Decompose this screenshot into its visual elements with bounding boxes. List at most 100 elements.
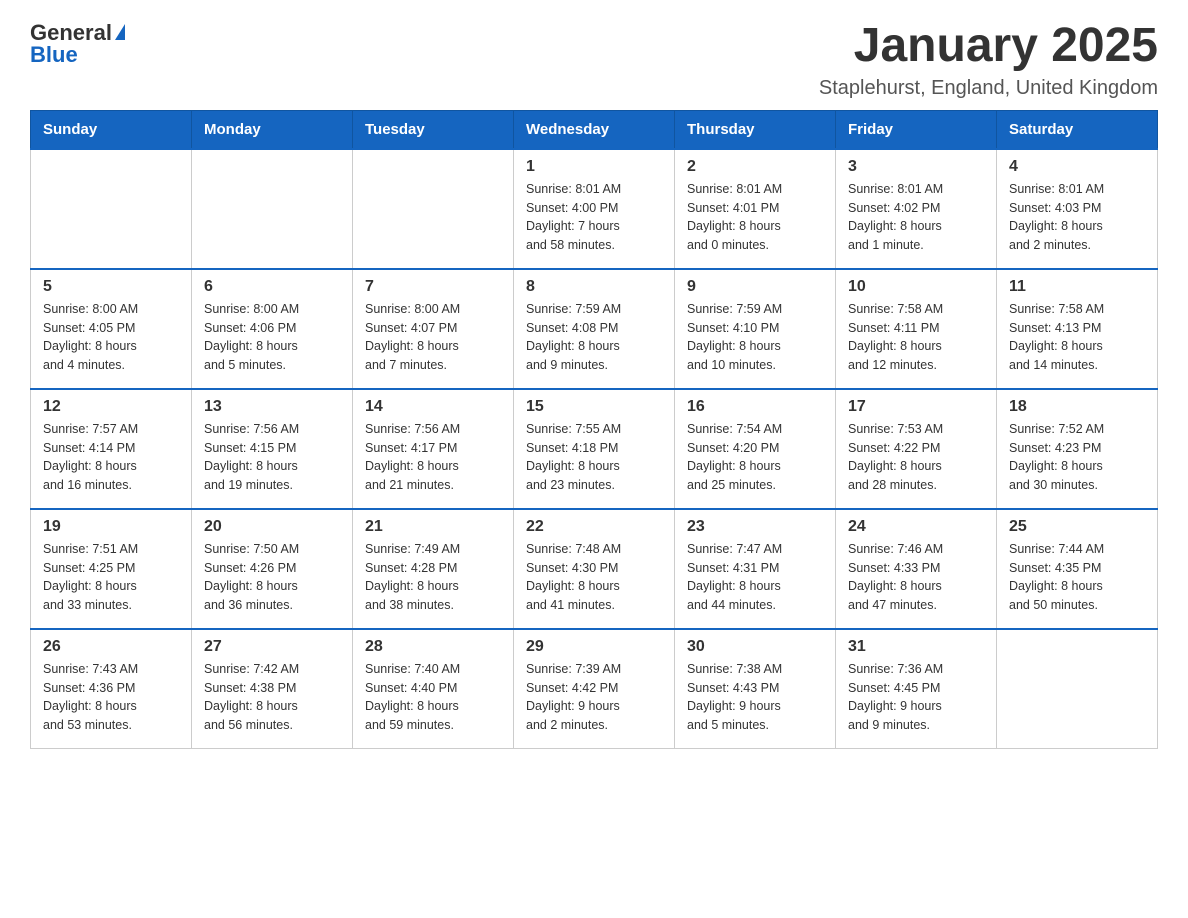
- column-header-wednesday: Wednesday: [514, 110, 675, 149]
- day-info: Sunrise: 7:40 AM Sunset: 4:40 PM Dayligh…: [365, 660, 501, 735]
- calendar-cell: 28 Sunrise: 7:40 AM Sunset: 4:40 PM Dayli…: [353, 629, 514, 749]
- day-info: Sunrise: 7:39 AM Sunset: 4:42 PM Dayligh…: [526, 660, 662, 735]
- calendar-cell: 1 Sunrise: 8:01 AM Sunset: 4:00 PM Daylig…: [514, 149, 675, 269]
- day-number: 22: [526, 518, 662, 536]
- calendar-week-row: 12 Sunrise: 7:57 AM Sunset: 4:14 PM Dayli…: [31, 389, 1158, 509]
- column-header-sunday: Sunday: [31, 110, 192, 149]
- day-number: 31: [848, 638, 984, 656]
- calendar-cell: [353, 149, 514, 269]
- logo: General Blue: [30, 20, 125, 68]
- day-number: 15: [526, 398, 662, 416]
- day-info: Sunrise: 7:47 AM Sunset: 4:31 PM Dayligh…: [687, 540, 823, 615]
- day-info: Sunrise: 7:57 AM Sunset: 4:14 PM Dayligh…: [43, 420, 179, 495]
- day-number: 23: [687, 518, 823, 536]
- day-number: 2: [687, 158, 823, 176]
- day-info: Sunrise: 7:49 AM Sunset: 4:28 PM Dayligh…: [365, 540, 501, 615]
- day-info: Sunrise: 7:50 AM Sunset: 4:26 PM Dayligh…: [204, 540, 340, 615]
- calendar-cell: [31, 149, 192, 269]
- day-info: Sunrise: 8:00 AM Sunset: 4:07 PM Dayligh…: [365, 300, 501, 375]
- calendar-cell: 29 Sunrise: 7:39 AM Sunset: 4:42 PM Dayli…: [514, 629, 675, 749]
- calendar-cell: [997, 629, 1158, 749]
- calendar-cell: 19Sunrise: 7:51 AM Sunset: 4:25 PM Dayli…: [31, 509, 192, 629]
- day-info: Sunrise: 7:58 AM Sunset: 4:11 PM Dayligh…: [848, 300, 984, 375]
- day-info: Sunrise: 7:36 AM Sunset: 4:45 PM Dayligh…: [848, 660, 984, 735]
- day-info: Sunrise: 7:53 AM Sunset: 4:22 PM Dayligh…: [848, 420, 984, 495]
- day-info: Sunrise: 7:59 AM Sunset: 4:08 PM Dayligh…: [526, 300, 662, 375]
- calendar-cell: 8 Sunrise: 7:59 AM Sunset: 4:08 PM Daylig…: [514, 269, 675, 389]
- day-number: 9: [687, 278, 823, 296]
- month-title: January 2025: [819, 20, 1158, 73]
- calendar-cell: 14 Sunrise: 7:56 AM Sunset: 4:17 PM Dayli…: [353, 389, 514, 509]
- calendar-cell: 15 Sunrise: 7:55 AM Sunset: 4:18 PM Dayli…: [514, 389, 675, 509]
- day-number: 1: [526, 158, 662, 176]
- logo-blue-text: Blue: [30, 42, 78, 68]
- day-number: 24: [848, 518, 984, 536]
- calendar-cell: 6Sunrise: 8:00 AM Sunset: 4:06 PM Daylig…: [192, 269, 353, 389]
- day-number: 11: [1009, 278, 1145, 296]
- calendar-week-row: 26 Sunrise: 7:43 AM Sunset: 4:36 PM Dayli…: [31, 629, 1158, 749]
- calendar-cell: 22Sunrise: 7:48 AM Sunset: 4:30 PM Dayli…: [514, 509, 675, 629]
- day-info: Sunrise: 7:56 AM Sunset: 4:17 PM Dayligh…: [365, 420, 501, 495]
- day-number: 3: [848, 158, 984, 176]
- calendar-cell: 3Sunrise: 8:01 AM Sunset: 4:02 PM Daylig…: [836, 149, 997, 269]
- calendar-cell: 24 Sunrise: 7:46 AM Sunset: 4:33 PM Dayli…: [836, 509, 997, 629]
- day-number: 28: [365, 638, 501, 656]
- calendar-cell: 27 Sunrise: 7:42 AM Sunset: 4:38 PM Dayli…: [192, 629, 353, 749]
- calendar-cell: 4 Sunrise: 8:01 AM Sunset: 4:03 PM Daylig…: [997, 149, 1158, 269]
- day-number: 21: [365, 518, 501, 536]
- calendar-cell: 11 Sunrise: 7:58 AM Sunset: 4:13 PM Dayli…: [997, 269, 1158, 389]
- day-number: 27: [204, 638, 340, 656]
- day-info: Sunrise: 7:43 AM Sunset: 4:36 PM Dayligh…: [43, 660, 179, 735]
- day-info: Sunrise: 8:01 AM Sunset: 4:01 PM Dayligh…: [687, 180, 823, 255]
- day-number: 26: [43, 638, 179, 656]
- day-number: 29: [526, 638, 662, 656]
- day-number: 13: [204, 398, 340, 416]
- calendar-cell: 13Sunrise: 7:56 AM Sunset: 4:15 PM Dayli…: [192, 389, 353, 509]
- calendar-week-row: 19Sunrise: 7:51 AM Sunset: 4:25 PM Dayli…: [31, 509, 1158, 629]
- calendar-cell: 23 Sunrise: 7:47 AM Sunset: 4:31 PM Dayli…: [675, 509, 836, 629]
- page-header: General Blue January 2025 Staplehurst, E…: [30, 20, 1158, 100]
- calendar-cell: 9 Sunrise: 7:59 AM Sunset: 4:10 PM Daylig…: [675, 269, 836, 389]
- column-header-tuesday: Tuesday: [353, 110, 514, 149]
- day-number: 4: [1009, 158, 1145, 176]
- calendar-cell: 10Sunrise: 7:58 AM Sunset: 4:11 PM Dayli…: [836, 269, 997, 389]
- day-info: Sunrise: 7:46 AM Sunset: 4:33 PM Dayligh…: [848, 540, 984, 615]
- day-info: Sunrise: 7:59 AM Sunset: 4:10 PM Dayligh…: [687, 300, 823, 375]
- calendar-cell: 7 Sunrise: 8:00 AM Sunset: 4:07 PM Daylig…: [353, 269, 514, 389]
- day-number: 18: [1009, 398, 1145, 416]
- calendar-cell: 25Sunrise: 7:44 AM Sunset: 4:35 PM Dayli…: [997, 509, 1158, 629]
- day-number: 5: [43, 278, 179, 296]
- calendar-cell: 12 Sunrise: 7:57 AM Sunset: 4:14 PM Dayli…: [31, 389, 192, 509]
- calendar-cell: 17 Sunrise: 7:53 AM Sunset: 4:22 PM Dayli…: [836, 389, 997, 509]
- day-number: 16: [687, 398, 823, 416]
- column-header-saturday: Saturday: [997, 110, 1158, 149]
- calendar-cell: 18Sunrise: 7:52 AM Sunset: 4:23 PM Dayli…: [997, 389, 1158, 509]
- day-number: 20: [204, 518, 340, 536]
- title-section: January 2025 Staplehurst, England, Unite…: [819, 20, 1158, 100]
- day-info: Sunrise: 7:58 AM Sunset: 4:13 PM Dayligh…: [1009, 300, 1145, 375]
- day-number: 8: [526, 278, 662, 296]
- day-number: 6: [204, 278, 340, 296]
- calendar-table: SundayMondayTuesdayWednesdayThursdayFrid…: [30, 110, 1158, 750]
- day-info: Sunrise: 8:01 AM Sunset: 4:00 PM Dayligh…: [526, 180, 662, 255]
- calendar-week-row: 1 Sunrise: 8:01 AM Sunset: 4:00 PM Daylig…: [31, 149, 1158, 269]
- day-info: Sunrise: 7:38 AM Sunset: 4:43 PM Dayligh…: [687, 660, 823, 735]
- day-number: 7: [365, 278, 501, 296]
- calendar-cell: [192, 149, 353, 269]
- day-number: 12: [43, 398, 179, 416]
- day-info: Sunrise: 8:01 AM Sunset: 4:03 PM Dayligh…: [1009, 180, 1145, 255]
- calendar-cell: 26 Sunrise: 7:43 AM Sunset: 4:36 PM Dayli…: [31, 629, 192, 749]
- day-info: Sunrise: 8:00 AM Sunset: 4:05 PM Dayligh…: [43, 300, 179, 375]
- day-number: 14: [365, 398, 501, 416]
- calendar-cell: 21 Sunrise: 7:49 AM Sunset: 4:28 PM Dayli…: [353, 509, 514, 629]
- day-number: 19: [43, 518, 179, 536]
- calendar-cell: 20 Sunrise: 7:50 AM Sunset: 4:26 PM Dayli…: [192, 509, 353, 629]
- day-number: 17: [848, 398, 984, 416]
- calendar-cell: 16Sunrise: 7:54 AM Sunset: 4:20 PM Dayli…: [675, 389, 836, 509]
- day-info: Sunrise: 7:44 AM Sunset: 4:35 PM Dayligh…: [1009, 540, 1145, 615]
- calendar-cell: 30Sunrise: 7:38 AM Sunset: 4:43 PM Dayli…: [675, 629, 836, 749]
- column-header-thursday: Thursday: [675, 110, 836, 149]
- day-info: Sunrise: 7:55 AM Sunset: 4:18 PM Dayligh…: [526, 420, 662, 495]
- day-info: Sunrise: 7:42 AM Sunset: 4:38 PM Dayligh…: [204, 660, 340, 735]
- location-subtitle: Staplehurst, England, United Kingdom: [819, 77, 1158, 100]
